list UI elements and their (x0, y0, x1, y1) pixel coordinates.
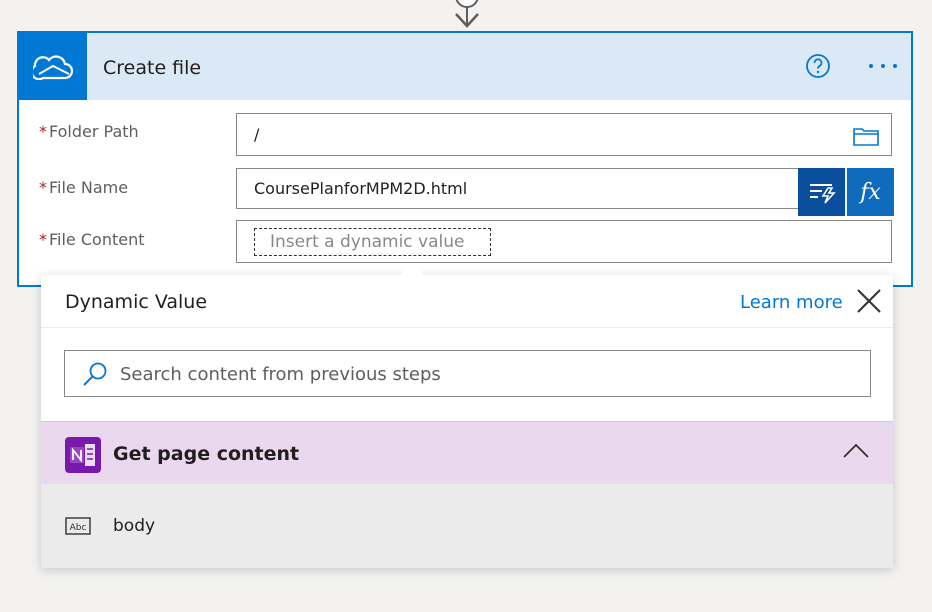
file-content-label: * File Content (39, 230, 145, 249)
create-file-card: Create file * Folder Path / * File Name Co… (17, 31, 913, 287)
expression-button[interactable]: fx (847, 168, 894, 216)
search-placeholder: Search content from previous steps (120, 364, 441, 385)
required-mark: * (39, 178, 47, 197)
required-mark: * (39, 122, 47, 141)
close-icon[interactable] (856, 288, 882, 314)
dynamic-buttons: fx (798, 168, 894, 216)
folder-path-label-text: Folder Path (49, 122, 139, 141)
onedrive-cloud-icon (19, 33, 87, 100)
popup-caret (399, 264, 425, 276)
card-title: Create file (103, 57, 202, 79)
svg-text:Abc: Abc (70, 523, 87, 533)
dynamic-value-popup: Dynamic Value Learn more Search content … (41, 264, 893, 568)
required-mark: * (39, 230, 47, 249)
connector-arrow-icon (455, 0, 479, 28)
file-content-input[interactable]: Insert a dynamic value (236, 220, 892, 263)
dynamic-value-placeholder[interactable]: Insert a dynamic value (254, 228, 491, 256)
abc-text-icon: Abc (65, 517, 91, 535)
section-title: Get page content (113, 443, 300, 465)
more-options-icon[interactable] (865, 55, 901, 77)
folder-icon[interactable] (853, 126, 879, 146)
dynamic-item-body[interactable]: Abc body (41, 484, 893, 568)
folder-path-value: / (254, 125, 260, 144)
search-icon (83, 362, 107, 386)
help-icon[interactable] (805, 53, 831, 79)
file-name-label-text: File Name (49, 178, 129, 197)
dynamic-content-icon (809, 184, 836, 204)
popup-title: Dynamic Value (65, 291, 208, 313)
file-name-label: * File Name (39, 178, 128, 197)
get-page-content-section[interactable]: Get page content (41, 421, 893, 485)
fx-icon: fx (860, 179, 881, 205)
item-label: body (113, 516, 156, 536)
folder-path-label: * Folder Path (39, 122, 139, 141)
dynamic-content-button[interactable] (798, 168, 847, 216)
search-input[interactable]: Search content from previous steps (64, 350, 871, 397)
chevron-up-icon[interactable] (841, 441, 871, 461)
learn-more-link[interactable]: Learn more (740, 292, 843, 313)
file-name-input[interactable]: CoursePlanforMPM2D.html (236, 168, 892, 209)
file-content-label-text: File Content (49, 230, 145, 249)
card-header[interactable]: Create file (19, 33, 911, 100)
divider (41, 327, 893, 328)
onenote-icon (65, 437, 101, 473)
file-name-value: CoursePlanforMPM2D.html (254, 179, 468, 198)
folder-path-input[interactable]: / (236, 113, 892, 156)
